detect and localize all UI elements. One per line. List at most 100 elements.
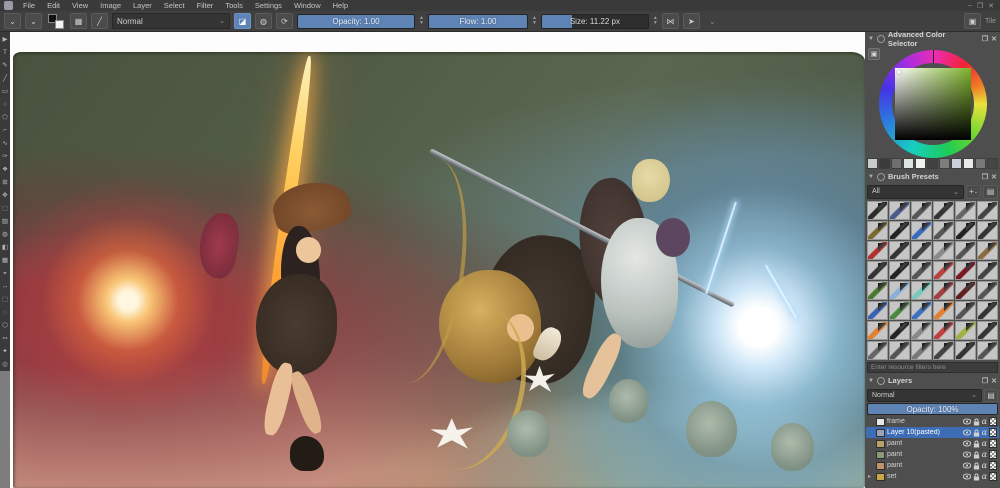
fill-tool-icon[interactable]: ◧ bbox=[1, 241, 10, 254]
brush-preset-5[interactable] bbox=[977, 201, 998, 220]
preserve-alpha-icon[interactable]: ◍ bbox=[255, 13, 272, 29]
history-swatch-3[interactable] bbox=[903, 158, 914, 169]
selector-shape-button[interactable]: ▣ bbox=[868, 48, 880, 60]
preset-filter-dropdown[interactable]: All ⌄ bbox=[867, 185, 964, 199]
brush-preset-0[interactable] bbox=[867, 201, 888, 220]
brush-preset-39[interactable] bbox=[933, 321, 954, 340]
lock-icon[interactable] bbox=[973, 440, 980, 448]
layer-filter-icon[interactable]: ▤ bbox=[984, 389, 998, 402]
menu-image[interactable]: Image bbox=[95, 1, 126, 10]
float-panel-icon[interactable]: ❐ bbox=[982, 35, 988, 43]
shape-select-tool-icon[interactable]: ▶ bbox=[1, 33, 10, 46]
alpha-checker-icon[interactable] bbox=[989, 461, 997, 470]
layer-row-frame[interactable]: frameα bbox=[866, 416, 999, 427]
visibility-eye-icon[interactable] bbox=[963, 418, 971, 425]
brush-preset-29[interactable] bbox=[977, 281, 998, 300]
brush-preset-1[interactable] bbox=[889, 201, 910, 220]
alpha-inherit-icon[interactable]: α bbox=[982, 439, 987, 448]
minimize-icon[interactable]: – bbox=[968, 2, 972, 10]
move-tool-icon[interactable]: ✥ bbox=[1, 189, 10, 202]
layer-row-paint[interactable]: paintα bbox=[866, 449, 999, 460]
brush-preset-16[interactable] bbox=[955, 241, 976, 260]
history-swatch-10[interactable] bbox=[987, 158, 998, 169]
panel-lock-icon[interactable] bbox=[877, 377, 885, 385]
brush-preset-3[interactable] bbox=[933, 201, 954, 220]
brush-preset-14[interactable] bbox=[911, 241, 932, 260]
layers-header[interactable]: ▼ Layers ❐ ✕ bbox=[865, 374, 1000, 387]
eraser-toggle-icon[interactable]: ◪ bbox=[234, 13, 251, 29]
float-panel-icon[interactable]: ❐ bbox=[982, 377, 988, 385]
brush-preset-12[interactable] bbox=[867, 241, 888, 260]
history-swatch-9[interactable] bbox=[975, 158, 986, 169]
alpha-checker-icon[interactable] bbox=[989, 439, 997, 448]
visibility-eye-icon[interactable] bbox=[963, 451, 971, 458]
close-icon[interactable]: ✕ bbox=[988, 2, 994, 10]
gradient-tool-icon[interactable]: ▨ bbox=[1, 215, 10, 228]
storage-button[interactable]: ▤ bbox=[983, 185, 998, 199]
lock-icon[interactable] bbox=[973, 451, 980, 459]
alpha-inherit-icon[interactable]: α bbox=[982, 428, 987, 437]
brush-preset-15[interactable] bbox=[933, 241, 954, 260]
brush-option-dropdown[interactable]: ⌄ bbox=[4, 13, 21, 29]
foreground-background-colors[interactable] bbox=[48, 14, 64, 29]
wrap-around-icon[interactable]: ➤ bbox=[683, 13, 700, 29]
brush-preset-23[interactable] bbox=[977, 261, 998, 280]
history-swatch-1[interactable] bbox=[879, 158, 890, 169]
brush-preset-43[interactable] bbox=[889, 341, 910, 360]
zoom-tool-icon[interactable]: ◎ bbox=[1, 358, 10, 371]
menu-window[interactable]: Window bbox=[289, 1, 326, 10]
menu-filter[interactable]: Filter bbox=[192, 1, 219, 10]
brush-preset-6[interactable] bbox=[867, 221, 888, 240]
close-panel-icon[interactable]: ✕ bbox=[991, 35, 997, 43]
background-color-swatch[interactable] bbox=[55, 20, 64, 29]
history-swatch-5[interactable] bbox=[927, 158, 938, 169]
brush-preset-10[interactable] bbox=[955, 221, 976, 240]
menu-help[interactable]: Help bbox=[328, 1, 353, 10]
menu-file[interactable]: File bbox=[18, 1, 40, 10]
brush-preset-30[interactable] bbox=[867, 301, 888, 320]
visibility-eye-icon[interactable] bbox=[963, 462, 971, 469]
edit-shapes-tool-icon[interactable]: ✎ bbox=[1, 59, 10, 72]
brush-preset-38[interactable] bbox=[911, 321, 932, 340]
ellipse-select-tool-icon[interactable]: ◌ bbox=[1, 306, 10, 319]
canvas-area[interactable] bbox=[10, 32, 865, 488]
alpha-inherit-icon[interactable]: α bbox=[982, 450, 987, 459]
brush-preset-4[interactable] bbox=[955, 201, 976, 220]
layer-row-paint[interactable]: paintα bbox=[866, 460, 999, 471]
color-sampler-tool-icon[interactable]: ◍ bbox=[1, 228, 10, 241]
brush-preset-46[interactable] bbox=[955, 341, 976, 360]
workspace-chooser-button[interactable]: ▣ bbox=[964, 13, 981, 29]
float-panel-icon[interactable]: ❐ bbox=[982, 173, 988, 181]
contiguous-select-tool-icon[interactable]: ✦ bbox=[1, 345, 10, 358]
history-swatch-8[interactable] bbox=[963, 158, 974, 169]
alpha-inherit-icon[interactable]: α bbox=[982, 472, 987, 481]
layer-row-layer-10-pasted-[interactable]: Layer 10(pasted)α bbox=[866, 427, 999, 438]
brush-preset-13[interactable] bbox=[889, 241, 910, 260]
path-select-tool-icon[interactable]: ∾ bbox=[1, 332, 10, 345]
brush-preset-34[interactable] bbox=[955, 301, 976, 320]
brush-preset-45[interactable] bbox=[933, 341, 954, 360]
menu-view[interactable]: View bbox=[67, 1, 93, 10]
expand-arrow-icon[interactable]: ▸ bbox=[868, 473, 874, 480]
flow-spinner[interactable]: ▲▼ bbox=[532, 16, 537, 26]
brush-preset-17[interactable] bbox=[977, 241, 998, 260]
layer-opacity-slider[interactable]: Opacity: 100% bbox=[867, 403, 998, 415]
history-swatch-4[interactable] bbox=[915, 158, 926, 169]
maximize-icon[interactable]: ❐ bbox=[977, 2, 983, 10]
brush-preset-47[interactable] bbox=[977, 341, 998, 360]
resource-filter-input[interactable]: Enter resource filters here bbox=[867, 362, 998, 373]
brush-preset-36[interactable] bbox=[867, 321, 888, 340]
add-preset-button[interactable]: +⌄ bbox=[966, 185, 981, 199]
panel-lock-icon[interactable] bbox=[877, 35, 885, 43]
brush-presets-header[interactable]: ▼ Brush Presets ❐ ✕ bbox=[865, 170, 1000, 183]
saturation-value-square[interactable] bbox=[895, 68, 971, 140]
lock-icon[interactable] bbox=[973, 473, 980, 481]
brush-preset-26[interactable] bbox=[911, 281, 932, 300]
panel-lock-icon[interactable] bbox=[877, 173, 885, 181]
ellipse-tool-icon[interactable]: ○ bbox=[1, 98, 10, 111]
brush-preset-24[interactable] bbox=[867, 281, 888, 300]
assistants-tool-icon[interactable]: ⌖ bbox=[1, 267, 10, 280]
brush-preset-31[interactable] bbox=[889, 301, 910, 320]
multibrush-tool-icon[interactable]: ❖ bbox=[1, 163, 10, 176]
blend-mode-dropdown[interactable]: Normal ⌄ bbox=[112, 13, 230, 29]
